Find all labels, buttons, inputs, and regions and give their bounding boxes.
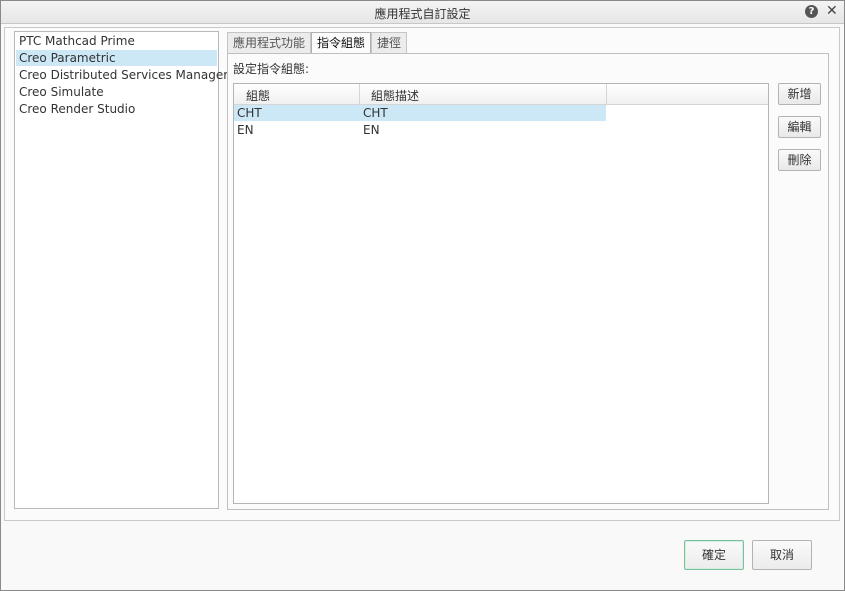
app-item-creo-simulate[interactable]: Creo Simulate — [16, 84, 217, 100]
app-item-distributed-services[interactable]: Creo Distributed Services Manager — [16, 67, 228, 83]
table-row[interactable]: EN EN — [234, 122, 606, 138]
add-button[interactable]: 新增 — [778, 83, 821, 105]
close-icon[interactable]: ✕ — [826, 3, 838, 19]
description-cell: CHT — [363, 106, 388, 120]
app-item-creo-parametric[interactable]: Creo Parametric — [16, 50, 217, 66]
column-header-description[interactable]: 組態描述 — [371, 87, 419, 104]
config-label: 設定指令組態: — [233, 62, 310, 76]
delete-button[interactable]: 刪除 — [778, 149, 821, 171]
column-divider[interactable] — [359, 84, 360, 104]
column-divider[interactable] — [606, 84, 607, 104]
application-list[interactable]: PTC Mathcad Prime Creo Parametric Creo D… — [14, 31, 228, 509]
app-item-mathcad[interactable]: PTC Mathcad Prime — [16, 33, 217, 49]
ok-button[interactable]: 確定 — [684, 540, 744, 570]
tab-app-features[interactable]: 應用程式功能 — [227, 32, 311, 53]
edit-button[interactable]: 編輯 — [778, 116, 821, 138]
config-cell: EN — [237, 123, 254, 137]
table-row[interactable]: CHT CHT — [234, 105, 606, 121]
description-cell: EN — [363, 123, 380, 137]
app-item-render-studio[interactable]: Creo Render Studio — [16, 101, 217, 117]
title-bar: 應用程式自訂設定 ? ✕ — [1, 1, 844, 24]
table-header: 組態 組態描述 — [234, 84, 768, 105]
config-cell: CHT — [237, 106, 262, 120]
column-header-config[interactable]: 組態 — [246, 87, 270, 104]
window-title: 應用程式自訂設定 — [374, 7, 471, 21]
config-table: 組態 組態描述 CHT CHT EN EN — [233, 83, 769, 504]
tab-shortcuts[interactable]: 捷徑 — [371, 32, 407, 53]
help-icon[interactable]: ? — [805, 5, 818, 18]
tab-command-config[interactable]: 指令組態 — [311, 32, 371, 54]
cancel-button[interactable]: 取消 — [752, 540, 812, 570]
